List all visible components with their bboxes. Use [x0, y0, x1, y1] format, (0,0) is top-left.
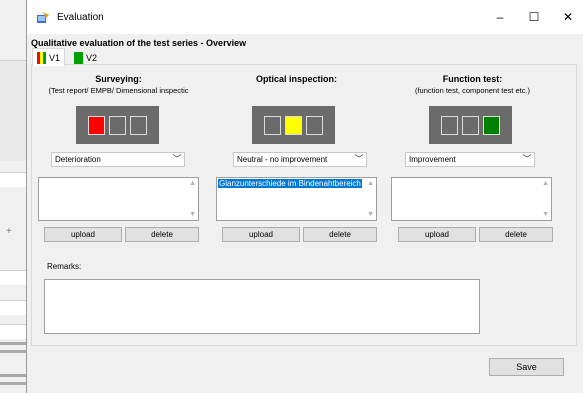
flag-icon: [74, 51, 83, 64]
tab-label: V2: [86, 52, 98, 63]
maximize-button[interactable]: ☐: [519, 4, 549, 30]
red-lamp-off: [264, 115, 281, 135]
function-test-title: Function test:: [442, 74, 503, 84]
optical-delete-button[interactable]: delete: [303, 227, 377, 242]
optical-rating-select[interactable]: Neutral - no improvement ﹀: [233, 152, 367, 167]
tab-label: V1: [49, 52, 61, 63]
surveying-attachments-list[interactable]: ▲ ▼: [38, 177, 199, 221]
scrollbar[interactable]: ▲ ▼: [364, 178, 376, 220]
surveying-title: Surveying:: [95, 74, 142, 84]
background-panel: [0, 60, 26, 161]
scroll-down-icon[interactable]: ▼: [542, 211, 549, 218]
surveying-subtitle: (Test report/ EMPB/ Dimensional inspecti…: [48, 86, 189, 95]
tab-panel-v1: Surveying: (Test report/ EMPB/ Dimension…: [31, 64, 577, 346]
function-delete-button[interactable]: delete: [479, 227, 553, 242]
selected-value: Neutral - no improvement: [237, 155, 328, 164]
surveying-upload-button[interactable]: upload: [44, 227, 122, 242]
scroll-up-icon[interactable]: ▲: [367, 180, 374, 187]
remarks-label: Remarks:: [47, 262, 82, 271]
surveying-rating-select[interactable]: Deterioration ﹀: [51, 152, 185, 167]
tab-v1[interactable]: V1: [32, 48, 66, 66]
traffic-light-function: [429, 106, 512, 144]
traffic-light-optical: [252, 106, 335, 144]
window-title: Evaluation: [57, 12, 104, 23]
background-divider: [0, 342, 26, 345]
red-lamp: [88, 115, 105, 135]
background-divider: [0, 350, 26, 353]
scroll-up-icon[interactable]: ▲: [189, 180, 196, 187]
scroll-up-icon[interactable]: ▲: [542, 180, 549, 187]
function-attachments-list[interactable]: ▲ ▼: [391, 177, 552, 221]
scroll-down-icon[interactable]: ▼: [367, 211, 374, 218]
page-title: Qualitative evaluation of the test serie…: [31, 38, 247, 48]
background-row: [0, 300, 26, 315]
remarks-textarea[interactable]: [44, 279, 480, 334]
chevron-down-icon: ﹀: [172, 154, 182, 164]
function-rating-select[interactable]: Improvement ﹀: [405, 152, 535, 167]
green-lamp-off: [306, 115, 323, 135]
yellow-lamp-off: [462, 115, 479, 135]
background-row: [0, 324, 26, 339]
green-lamp: [483, 115, 500, 135]
surveying-delete-button[interactable]: delete: [125, 227, 199, 242]
list-item[interactable]: Glanzunterschiede im Bindenahtbereich: [218, 179, 362, 188]
evaluation-app-icon: [37, 12, 49, 23]
function-upload-button[interactable]: upload: [398, 227, 476, 242]
chevron-down-icon: ﹀: [354, 154, 364, 164]
yellow-lamp: [285, 115, 302, 135]
optical-attachments-list[interactable]: Glanzunterschiede im Bindenahtbereich ▲ …: [216, 177, 377, 221]
yellow-lamp-off: [109, 115, 126, 135]
background-divider: [0, 374, 26, 377]
scrollbar[interactable]: ▲ ▼: [539, 178, 551, 220]
background-divider: [0, 382, 26, 385]
scrollbar[interactable]: ▲ ▼: [186, 178, 198, 220]
chevron-down-icon: ﹀: [522, 154, 532, 164]
green-lamp-off: [130, 115, 147, 135]
scroll-down-icon[interactable]: ▼: [189, 211, 196, 218]
evaluation-window: Evaluation – ☐ ✕ Qualitative evaluation …: [26, 0, 583, 393]
minimize-button[interactable]: –: [485, 4, 515, 30]
save-button[interactable]: Save: [489, 358, 564, 376]
function-test-subtitle: (function test, component test etc.): [414, 86, 531, 95]
optical-inspection-title: Optical inspection:: [255, 74, 337, 84]
selected-value: Deterioration: [55, 155, 101, 164]
optical-upload-button[interactable]: upload: [222, 227, 300, 242]
background-row: [0, 270, 26, 285]
title-bar[interactable]: Evaluation – ☐ ✕: [27, 0, 583, 34]
background-row: [0, 172, 26, 187]
red-lamp-off: [441, 115, 458, 135]
tab-v2[interactable]: V2: [70, 50, 102, 65]
close-button[interactable]: ✕: [553, 4, 583, 30]
traffic-light-surveying: [76, 106, 159, 144]
flag-icon: [37, 51, 46, 64]
background-plus-icon: +: [6, 226, 12, 237]
selected-value: Improvement: [409, 155, 456, 164]
